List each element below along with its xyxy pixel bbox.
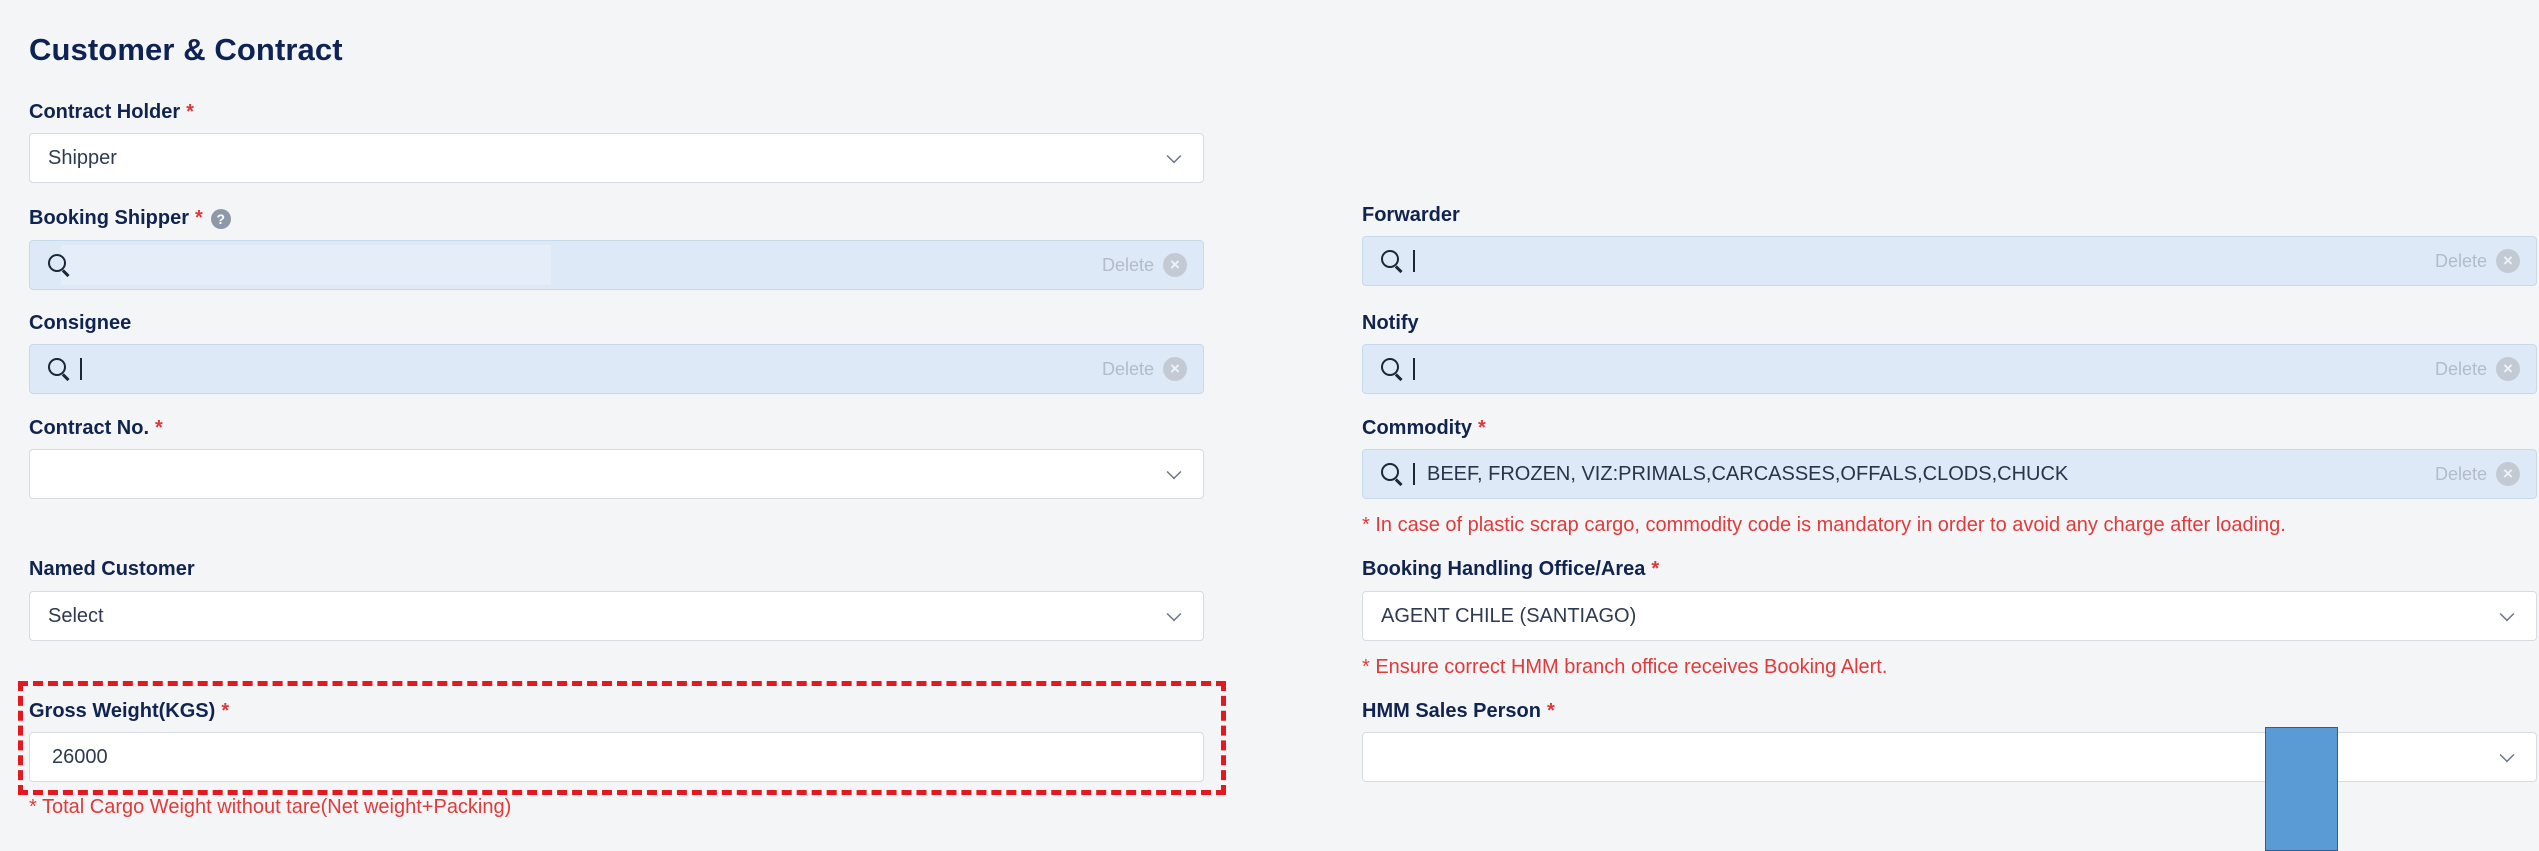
named-customer-value: Select (48, 604, 104, 627)
text-cursor (80, 358, 82, 380)
delete-label: Delete (2434, 358, 2487, 379)
booking-office-value: AGENT CHILE (SANTIAGO) (1381, 604, 1637, 627)
contract-holder-value: Shipper (48, 146, 117, 169)
forwarder-delete-button[interactable]: Delete × (2435, 249, 2520, 273)
consignee-label-text: Consignee (29, 312, 132, 334)
close-circle-icon: × (2496, 462, 2520, 486)
section-title: Customer & Contract (29, 32, 343, 67)
hmm-sales-person-label-text: HMM Sales Person (1362, 700, 1541, 722)
named-customer-select[interactable]: Select (29, 591, 1204, 641)
hmm-sales-person-select[interactable] (1362, 732, 2537, 782)
required-mark: * (1546, 700, 1555, 722)
gross-weight-label-text: Gross Weight(KGS) (29, 700, 216, 722)
contract-no-label: Contract No. * (29, 417, 163, 440)
delete-label: Delete (2434, 250, 2487, 271)
search-icon (46, 356, 72, 382)
search-icon (46, 252, 72, 278)
consignee-search[interactable]: Delete × (29, 344, 1204, 394)
close-circle-icon: × (1163, 357, 1187, 381)
text-cursor (1413, 250, 1415, 272)
booking-shipper-search[interactable]: Delete × (29, 240, 1204, 290)
forwarder-search[interactable]: Delete × (1362, 236, 2537, 286)
required-mark: * (221, 700, 230, 722)
commodity-delete-button[interactable]: Delete × (2435, 462, 2520, 486)
commodity-value[interactable]: BEEF, FROZEN, VIZ:PRIMALS,CARCASSES,OFFA… (1427, 463, 2435, 486)
chevron-down-icon (2499, 747, 2515, 763)
chevron-down-icon (1166, 464, 1182, 480)
booking-office-label-text: Booking Handling Office/Area (1362, 558, 1646, 580)
required-mark: * (155, 417, 163, 439)
contract-no-label-text: Contract No. (29, 417, 149, 439)
booking-office-note: * Ensure correct HMM branch office recei… (1362, 656, 1888, 678)
named-customer-label-text: Named Customer (29, 558, 195, 580)
forwarder-label: Forwarder (1362, 204, 1460, 227)
search-icon (1379, 356, 1405, 382)
commodity-label-text: Commodity (1362, 417, 1472, 439)
redacted-area (61, 245, 551, 285)
delete-label: Delete (1101, 358, 1154, 379)
text-cursor (1413, 463, 1415, 485)
booking-office-label: Booking Handling Office/Area * (1362, 558, 1659, 581)
required-mark: * (1651, 558, 1660, 580)
notify-delete-button[interactable]: Delete × (2435, 357, 2520, 381)
help-icon[interactable]: ? (210, 208, 231, 229)
gross-weight-label: Gross Weight(KGS) * (29, 700, 229, 723)
notify-label-text: Notify (1362, 312, 1419, 334)
gross-weight-input[interactable]: 26000 (29, 732, 1204, 782)
consignee-label: Consignee (29, 312, 131, 335)
search-icon (1379, 248, 1405, 274)
forwarder-label-text: Forwarder (1362, 204, 1460, 226)
consignee-delete-button[interactable]: Delete × (1102, 357, 1187, 381)
required-mark: * (1478, 417, 1486, 439)
booking-office-select[interactable]: AGENT CHILE (SANTIAGO) (1362, 591, 2537, 641)
commodity-label: Commodity * (1362, 417, 1486, 440)
named-customer-label: Named Customer (29, 558, 195, 581)
close-circle-icon: × (2496, 249, 2520, 273)
contract-holder-select[interactable]: Shipper (29, 133, 1204, 183)
gross-weight-note: * Total Cargo Weight without tare(Net we… (29, 796, 512, 818)
contract-holder-label-text: Contract Holder (29, 101, 181, 123)
close-circle-icon: × (1163, 253, 1187, 277)
contract-no-select[interactable] (29, 449, 1204, 499)
delete-label: Delete (2434, 463, 2487, 484)
search-icon (1379, 461, 1405, 487)
commodity-search[interactable]: BEEF, FROZEN, VIZ:PRIMALS,CARCASSES,OFFA… (1362, 449, 2537, 499)
notify-search[interactable]: Delete × (1362, 344, 2537, 394)
booking-shipper-label: Booking Shipper * ? (29, 207, 231, 230)
booking-shipper-label-text: Booking Shipper (29, 207, 189, 229)
gross-weight-value: 26000 (52, 745, 108, 768)
close-circle-icon: × (2496, 357, 2520, 381)
text-cursor (1413, 358, 1415, 380)
required-mark: * (186, 101, 194, 123)
contract-holder-label: Contract Holder * (29, 101, 194, 124)
required-mark: * (195, 207, 203, 229)
booking-shipper-delete-button[interactable]: Delete × (1102, 253, 1187, 277)
hmm-sales-person-label: HMM Sales Person * (1362, 700, 1555, 723)
commodity-note: * In case of plastic scrap cargo, commod… (1362, 514, 2286, 536)
overlay-bar (2265, 727, 2338, 851)
delete-label: Delete (1101, 254, 1154, 275)
notify-label: Notify (1362, 312, 1419, 335)
